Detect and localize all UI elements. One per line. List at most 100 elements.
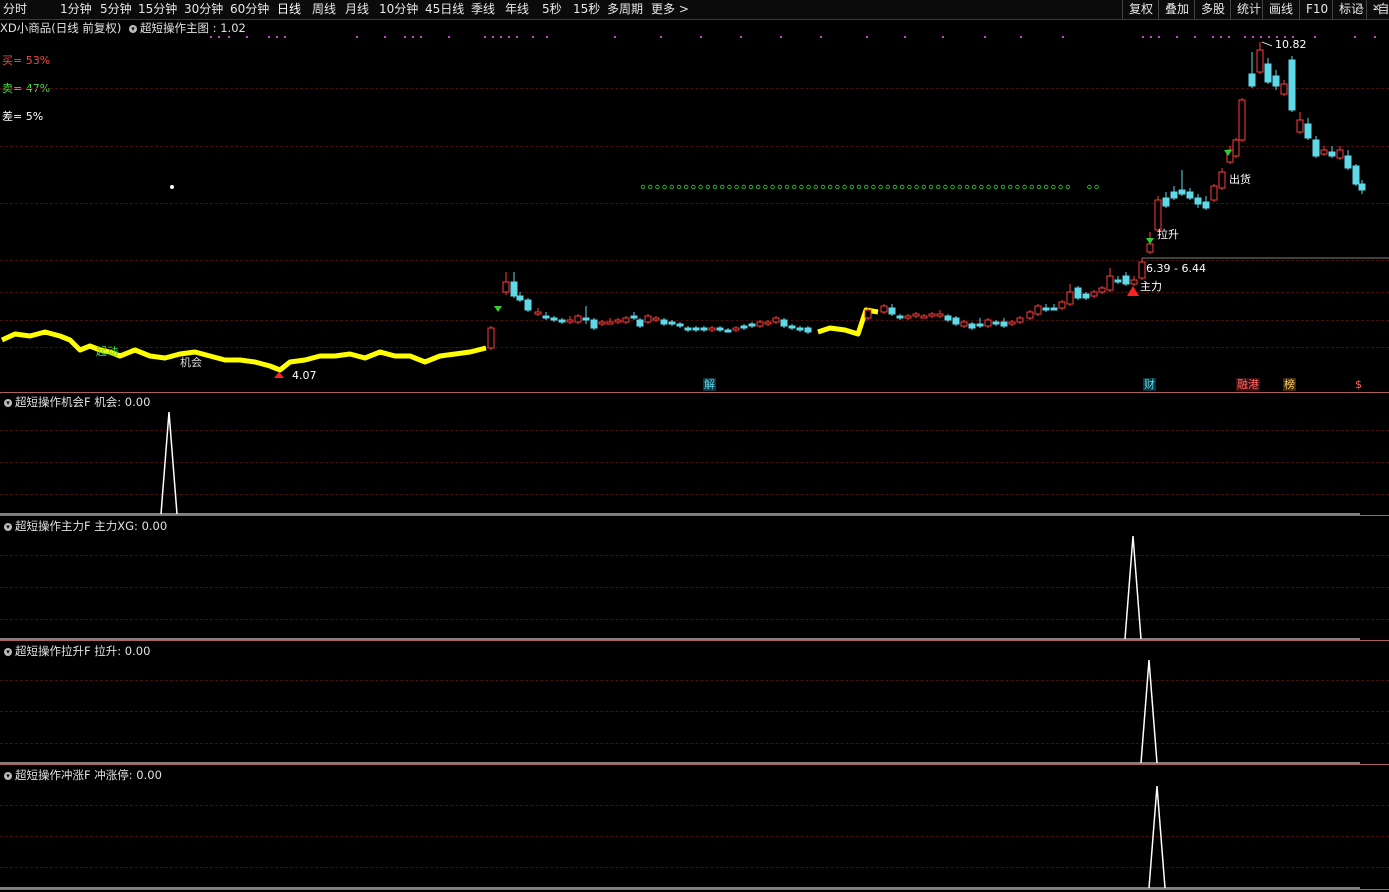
event-badge[interactable]: 融港 xyxy=(1236,378,1260,391)
candle-body xyxy=(1098,287,1106,293)
signal-dot xyxy=(904,36,906,38)
signal-dot xyxy=(356,36,358,38)
signal-dot xyxy=(756,184,761,190)
candle-body xyxy=(920,315,928,319)
candle-body xyxy=(1122,275,1130,285)
candle-body xyxy=(960,321,968,327)
signal-dot xyxy=(492,36,494,38)
lasheng-signal-label: 拉升 xyxy=(1157,228,1179,241)
candle-body xyxy=(630,315,638,319)
signal-dot xyxy=(500,36,502,38)
signal-dot xyxy=(1142,36,1144,38)
signal-dot xyxy=(170,185,174,189)
candle-body xyxy=(1312,139,1320,157)
candle-body xyxy=(590,319,598,329)
candle-body xyxy=(1042,307,1050,311)
signal-dot xyxy=(964,184,970,190)
signal-dot xyxy=(820,184,826,190)
event-badge[interactable]: 解 xyxy=(703,378,716,391)
signal-dot xyxy=(820,36,822,38)
signal-dot xyxy=(1051,184,1056,190)
signal-dot xyxy=(864,184,869,190)
trend-line xyxy=(0,329,487,373)
candle-body xyxy=(660,319,668,325)
candle-body xyxy=(740,325,748,329)
candle-body xyxy=(724,329,732,333)
signal-dot xyxy=(246,36,248,38)
candle-body xyxy=(764,321,772,325)
candle-body xyxy=(606,321,614,325)
candle-body xyxy=(1162,197,1170,207)
candle-body xyxy=(952,317,960,325)
event-badge[interactable]: 财 xyxy=(1143,378,1156,391)
signal-dot xyxy=(741,184,746,190)
signal-dot xyxy=(828,184,833,190)
candle-body xyxy=(1296,119,1304,133)
signal-dot xyxy=(1374,36,1376,38)
signal-dot xyxy=(420,36,422,38)
signal-dot xyxy=(1000,184,1006,190)
signal-dot xyxy=(412,36,414,38)
candle-body xyxy=(1058,301,1066,309)
indicator-spike xyxy=(1140,659,1158,764)
signal-dot xyxy=(1022,184,1027,190)
signal-dot xyxy=(727,184,732,190)
signal-dot xyxy=(928,184,934,190)
signal-dot xyxy=(1354,36,1356,38)
candle-body xyxy=(510,281,518,297)
candle-body xyxy=(1074,287,1082,299)
signal-dot xyxy=(784,184,790,190)
signal-dot xyxy=(835,184,840,190)
kline-chart[interactable] xyxy=(0,0,1389,892)
signal-dot xyxy=(448,36,450,38)
candle-body xyxy=(1146,243,1154,253)
candle-body xyxy=(896,315,904,319)
candle-body xyxy=(880,305,888,313)
signal-dot xyxy=(516,36,518,38)
diamond-icon[interactable]: ◇ xyxy=(1356,3,1364,14)
signal-dot xyxy=(1015,184,1020,190)
signal-dot xyxy=(943,184,948,190)
candle-body xyxy=(1202,201,1210,209)
candle-body xyxy=(912,313,920,317)
candle-body xyxy=(614,319,622,323)
event-badge[interactable]: $ xyxy=(1354,378,1363,391)
candle-body xyxy=(692,327,700,331)
signal-dot xyxy=(268,36,270,38)
down-arrow-icon xyxy=(1146,238,1154,244)
signal-dot xyxy=(698,184,703,190)
signal-dot xyxy=(878,184,883,190)
candle-body xyxy=(1034,305,1042,315)
signal-dot xyxy=(284,36,286,38)
candle-body xyxy=(598,321,606,325)
signal-dot xyxy=(806,184,811,190)
candle-body xyxy=(780,319,788,327)
candle-body xyxy=(644,315,652,323)
candle-body xyxy=(676,323,684,327)
signal-dot xyxy=(1029,184,1034,190)
signal-dot xyxy=(842,184,847,190)
signal-dot xyxy=(705,184,710,190)
candle-body xyxy=(804,327,812,333)
signal-dot xyxy=(546,36,548,38)
signal-dot xyxy=(676,184,682,190)
candle-body xyxy=(558,319,566,323)
signal-dot xyxy=(1020,36,1022,38)
candle-body xyxy=(516,295,524,301)
signal-dot xyxy=(484,36,486,38)
candle-body xyxy=(708,327,716,331)
signal-dot xyxy=(614,36,616,38)
signal-dot xyxy=(1244,36,1246,38)
signal-dot xyxy=(228,36,230,38)
close-icon[interactable]: ✕ xyxy=(1372,3,1380,14)
signal-dot xyxy=(1158,36,1160,38)
event-badge[interactable]: 榜 xyxy=(1283,378,1296,391)
candle-body xyxy=(1000,321,1008,327)
signal-dot xyxy=(1252,36,1254,38)
candle-body xyxy=(1186,191,1194,199)
candle-body xyxy=(1178,189,1186,195)
signal-dot xyxy=(972,184,977,190)
signal-dot xyxy=(700,36,702,38)
signal-dot xyxy=(770,184,775,190)
signal-dot xyxy=(780,36,782,38)
